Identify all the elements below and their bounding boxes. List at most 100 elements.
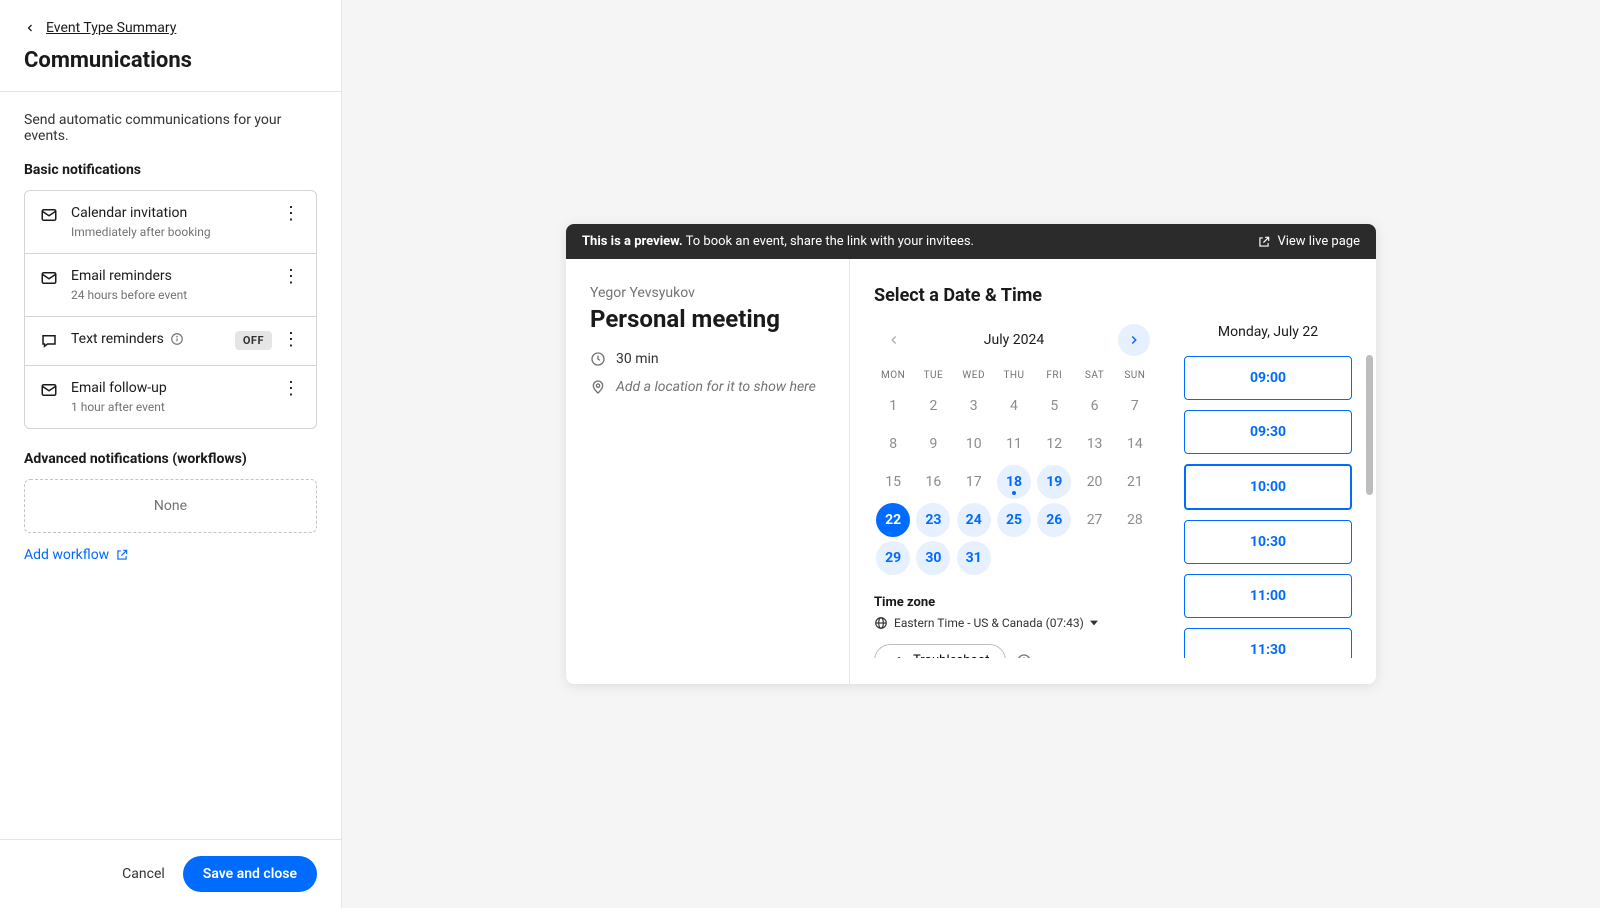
time-slots-column: Monday, July 22 09:00 09:30 10:00 10:30 11:0…	[1184, 324, 1352, 658]
prev-month-button[interactable]	[878, 324, 910, 356]
calendar-day[interactable]: 26	[1037, 503, 1071, 537]
calendar-day: 6	[1078, 389, 1112, 423]
time-slot[interactable]: 11:00	[1184, 574, 1352, 618]
calendar-day: 15	[876, 465, 910, 499]
more-menu-button[interactable]: ⋮	[278, 380, 304, 398]
location-placeholder: Add a location for it to show here	[616, 379, 816, 395]
timezone-block: Time zone Eastern Time - US & Canada (07…	[874, 595, 1154, 630]
chevron-left-icon	[24, 22, 36, 34]
dow-cell: THU	[995, 370, 1033, 381]
sidebar-header: Event Type Summary Communications	[0, 0, 341, 92]
timezone-label: Time zone	[874, 595, 1154, 610]
next-month-button[interactable]	[1118, 324, 1150, 356]
notification-email-followup[interactable]: Email follow-up 1 hour after event ⋮	[25, 366, 316, 428]
notification-title: Email reminders	[71, 268, 278, 284]
days-grid: 1234567891011121314151617181920212223242…	[874, 387, 1154, 577]
wrench-icon	[891, 654, 905, 659]
advanced-notifications-title: Advanced notifications (workflows)	[24, 451, 317, 467]
dow-cell: WED	[955, 370, 993, 381]
more-menu-button[interactable]: ⋮	[278, 205, 304, 223]
time-slot[interactable]: 09:30	[1184, 410, 1352, 454]
month-label: July 2024	[984, 332, 1044, 348]
dow-cell: SUN	[1116, 370, 1154, 381]
notification-subtitle: 1 hour after event	[71, 400, 278, 414]
time-slot[interactable]: 10:30	[1184, 520, 1352, 564]
clock-icon	[590, 351, 606, 367]
duration-meta: 30 min	[590, 351, 825, 367]
troubleshoot-label: Troubleshoot	[913, 653, 989, 658]
location-meta[interactable]: Add a location for it to show here	[590, 379, 825, 395]
notification-email-reminders[interactable]: Email reminders 24 hours before event ⋮	[25, 254, 316, 317]
info-icon[interactable]	[1016, 653, 1032, 659]
notification-text-reminders[interactable]: Text reminders OFF ⋮	[25, 317, 316, 366]
envelope-icon	[37, 269, 61, 287]
calendar-day[interactable]: 31	[957, 541, 991, 575]
calendar-day: 4	[997, 389, 1031, 423]
calendar-day: 11	[997, 427, 1031, 461]
notification-subtitle: Immediately after booking	[71, 225, 278, 239]
notification-subtitle: 24 hours before event	[71, 288, 278, 302]
caret-down-icon	[1090, 619, 1098, 627]
more-menu-button[interactable]: ⋮	[278, 331, 304, 349]
dow-cell: TUE	[914, 370, 952, 381]
basic-notifications-list: Calendar invitation Immediately after bo…	[24, 190, 317, 429]
time-slot[interactable]: 09:00	[1184, 356, 1352, 400]
calendar-day[interactable]: 29	[876, 541, 910, 575]
info-icon[interactable]	[170, 332, 184, 346]
calendar-day: 10	[957, 427, 991, 461]
duration-value: 30 min	[616, 351, 659, 367]
troubleshoot-button[interactable]: Troubleshoot	[874, 644, 1006, 658]
add-workflow-label: Add workflow	[24, 547, 109, 563]
chevron-left-icon	[887, 333, 901, 347]
add-workflow-link[interactable]: Add workflow	[24, 547, 317, 563]
calendar-day: 16	[916, 465, 950, 499]
notification-calendar-invitation[interactable]: Calendar invitation Immediately after bo…	[25, 191, 316, 254]
calendar: July 2024 MONTUEWEDTHUFRISATSUN 12345678…	[874, 324, 1154, 658]
event-title: Personal meeting	[590, 305, 825, 333]
back-link[interactable]: Event Type Summary	[24, 20, 317, 36]
dow-cell: FRI	[1035, 370, 1073, 381]
preview-body: Yegor Yevsyukov Personal meeting 30 min …	[566, 259, 1376, 684]
calendar-day[interactable]: 19	[1037, 465, 1071, 499]
time-slot[interactable]: 10:00	[1184, 464, 1352, 510]
calendar-day[interactable]: 24	[957, 503, 991, 537]
time-slot[interactable]: 11:30	[1184, 628, 1352, 658]
scrollbar[interactable]	[1366, 355, 1373, 495]
month-nav: July 2024	[874, 324, 1154, 356]
calendar-day[interactable]: 30	[916, 541, 950, 575]
calendar-day: 21	[1118, 465, 1152, 499]
external-link-icon	[115, 548, 129, 562]
external-link-icon	[1257, 235, 1271, 249]
calendar-day[interactable]: 22	[876, 503, 910, 537]
calendar-day[interactable]: 25	[997, 503, 1031, 537]
calendar-day[interactable]: 23	[916, 503, 950, 537]
chat-icon	[37, 332, 61, 350]
calendar-day[interactable]: 18	[997, 465, 1031, 499]
selected-date-label: Monday, July 22	[1184, 324, 1352, 340]
calendar-day: 14	[1118, 427, 1152, 461]
page-subtitle: Send automatic communications for your e…	[24, 112, 317, 144]
calendar-day: 12	[1037, 427, 1071, 461]
preview-banner-text: To book an event, share the link with yo…	[683, 234, 974, 249]
calendar-day: 8	[876, 427, 910, 461]
workflows-empty: None	[24, 479, 317, 533]
calendar-day: 7	[1118, 389, 1152, 423]
more-menu-button[interactable]: ⋮	[278, 268, 304, 286]
preview-banner-bold: This is a preview.	[582, 234, 683, 249]
notification-title: Calendar invitation	[71, 205, 278, 221]
envelope-icon	[37, 206, 61, 224]
settings-sidebar: Event Type Summary Communications Send a…	[0, 0, 342, 908]
save-button[interactable]: Save and close	[183, 856, 317, 892]
view-live-page-link[interactable]: View live page	[1257, 234, 1360, 249]
dow-cell: SAT	[1075, 370, 1113, 381]
cancel-button[interactable]: Cancel	[122, 866, 165, 882]
view-live-label: View live page	[1277, 234, 1360, 249]
preview-banner: This is a preview. To book an event, sha…	[566, 224, 1376, 259]
location-pin-icon	[590, 379, 606, 395]
preview-card: This is a preview. To book an event, sha…	[566, 224, 1376, 684]
calendar-day: 3	[957, 389, 991, 423]
calendar-day: 13	[1078, 427, 1112, 461]
timezone-selector[interactable]: Eastern Time - US & Canada (07:43)	[874, 616, 1154, 630]
calendar-day: 20	[1078, 465, 1112, 499]
off-badge: OFF	[235, 331, 272, 350]
